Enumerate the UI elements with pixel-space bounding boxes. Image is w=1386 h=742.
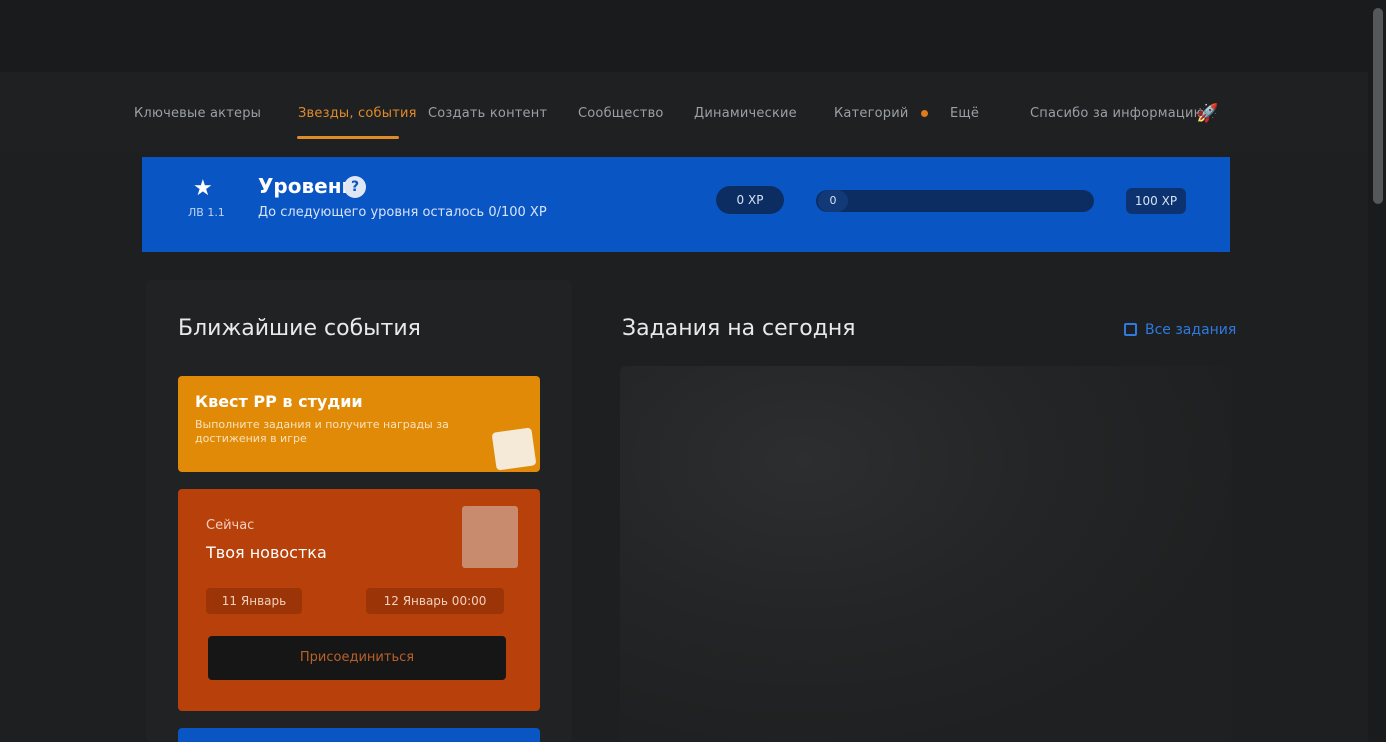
help-icon[interactable]: ? bbox=[344, 176, 366, 198]
top-bar bbox=[0, 0, 1368, 72]
news-thumbnail bbox=[462, 506, 518, 568]
scrollbar-thumb[interactable] bbox=[1373, 8, 1383, 204]
star-icon: ★ bbox=[193, 176, 213, 201]
rocket-icon[interactable]: 🚀 bbox=[1196, 103, 1218, 124]
join-button[interactable]: Присоединиться bbox=[208, 636, 506, 680]
all-tasks-label: Все задания bbox=[1145, 322, 1237, 338]
progress-track bbox=[816, 190, 1094, 212]
event-card-blue[interactable] bbox=[178, 728, 540, 742]
nav-item-7[interactable]: Спасибо за информацию bbox=[1030, 106, 1205, 126]
quest-title: Квест РР в студии bbox=[195, 392, 363, 411]
news-small-label: Сейчас bbox=[206, 518, 255, 533]
nav-item-0[interactable]: Ключевые актеры bbox=[134, 106, 261, 126]
progress-end-label: 100 XP bbox=[1126, 188, 1186, 214]
tasks-feed-placeholder bbox=[620, 366, 1232, 742]
tasks-heading: Задания на сегодня bbox=[622, 316, 856, 341]
news-title: Твоя новостка bbox=[206, 543, 327, 562]
active-tab-underline bbox=[297, 136, 399, 139]
notification-dot bbox=[921, 110, 928, 117]
nav-item-5[interactable]: Категорий bbox=[834, 106, 909, 126]
level-sub: ЛВ 1.1 bbox=[188, 206, 225, 219]
progress-knob: 0 bbox=[818, 190, 848, 212]
news-time-chip: 12 Январь 00:00 bbox=[366, 588, 504, 614]
events-heading: Ближайшие события bbox=[178, 316, 421, 341]
nav-item-6[interactable]: Ещё bbox=[950, 106, 979, 126]
news-date-chip: 11 Январь bbox=[206, 588, 302, 614]
quest-illustration bbox=[491, 427, 537, 471]
nav-item-2[interactable]: Создать контент bbox=[428, 106, 547, 126]
nav-item-4[interactable]: Динамические bbox=[694, 106, 797, 126]
quest-description: Выполните задания и получите награды за … bbox=[195, 418, 449, 445]
nav-item-3[interactable]: Сообщество bbox=[578, 106, 664, 126]
all-tasks-link[interactable]: Все задания bbox=[1124, 322, 1236, 338]
nav-item-1[interactable]: Звезды, события bbox=[298, 106, 417, 126]
grid-icon bbox=[1124, 323, 1137, 336]
banner-title: Уровень bbox=[258, 174, 355, 198]
banner-description: До следующего уровня осталось 0/100 XP bbox=[258, 205, 547, 220]
xp-pill: 0 XP bbox=[716, 186, 784, 214]
